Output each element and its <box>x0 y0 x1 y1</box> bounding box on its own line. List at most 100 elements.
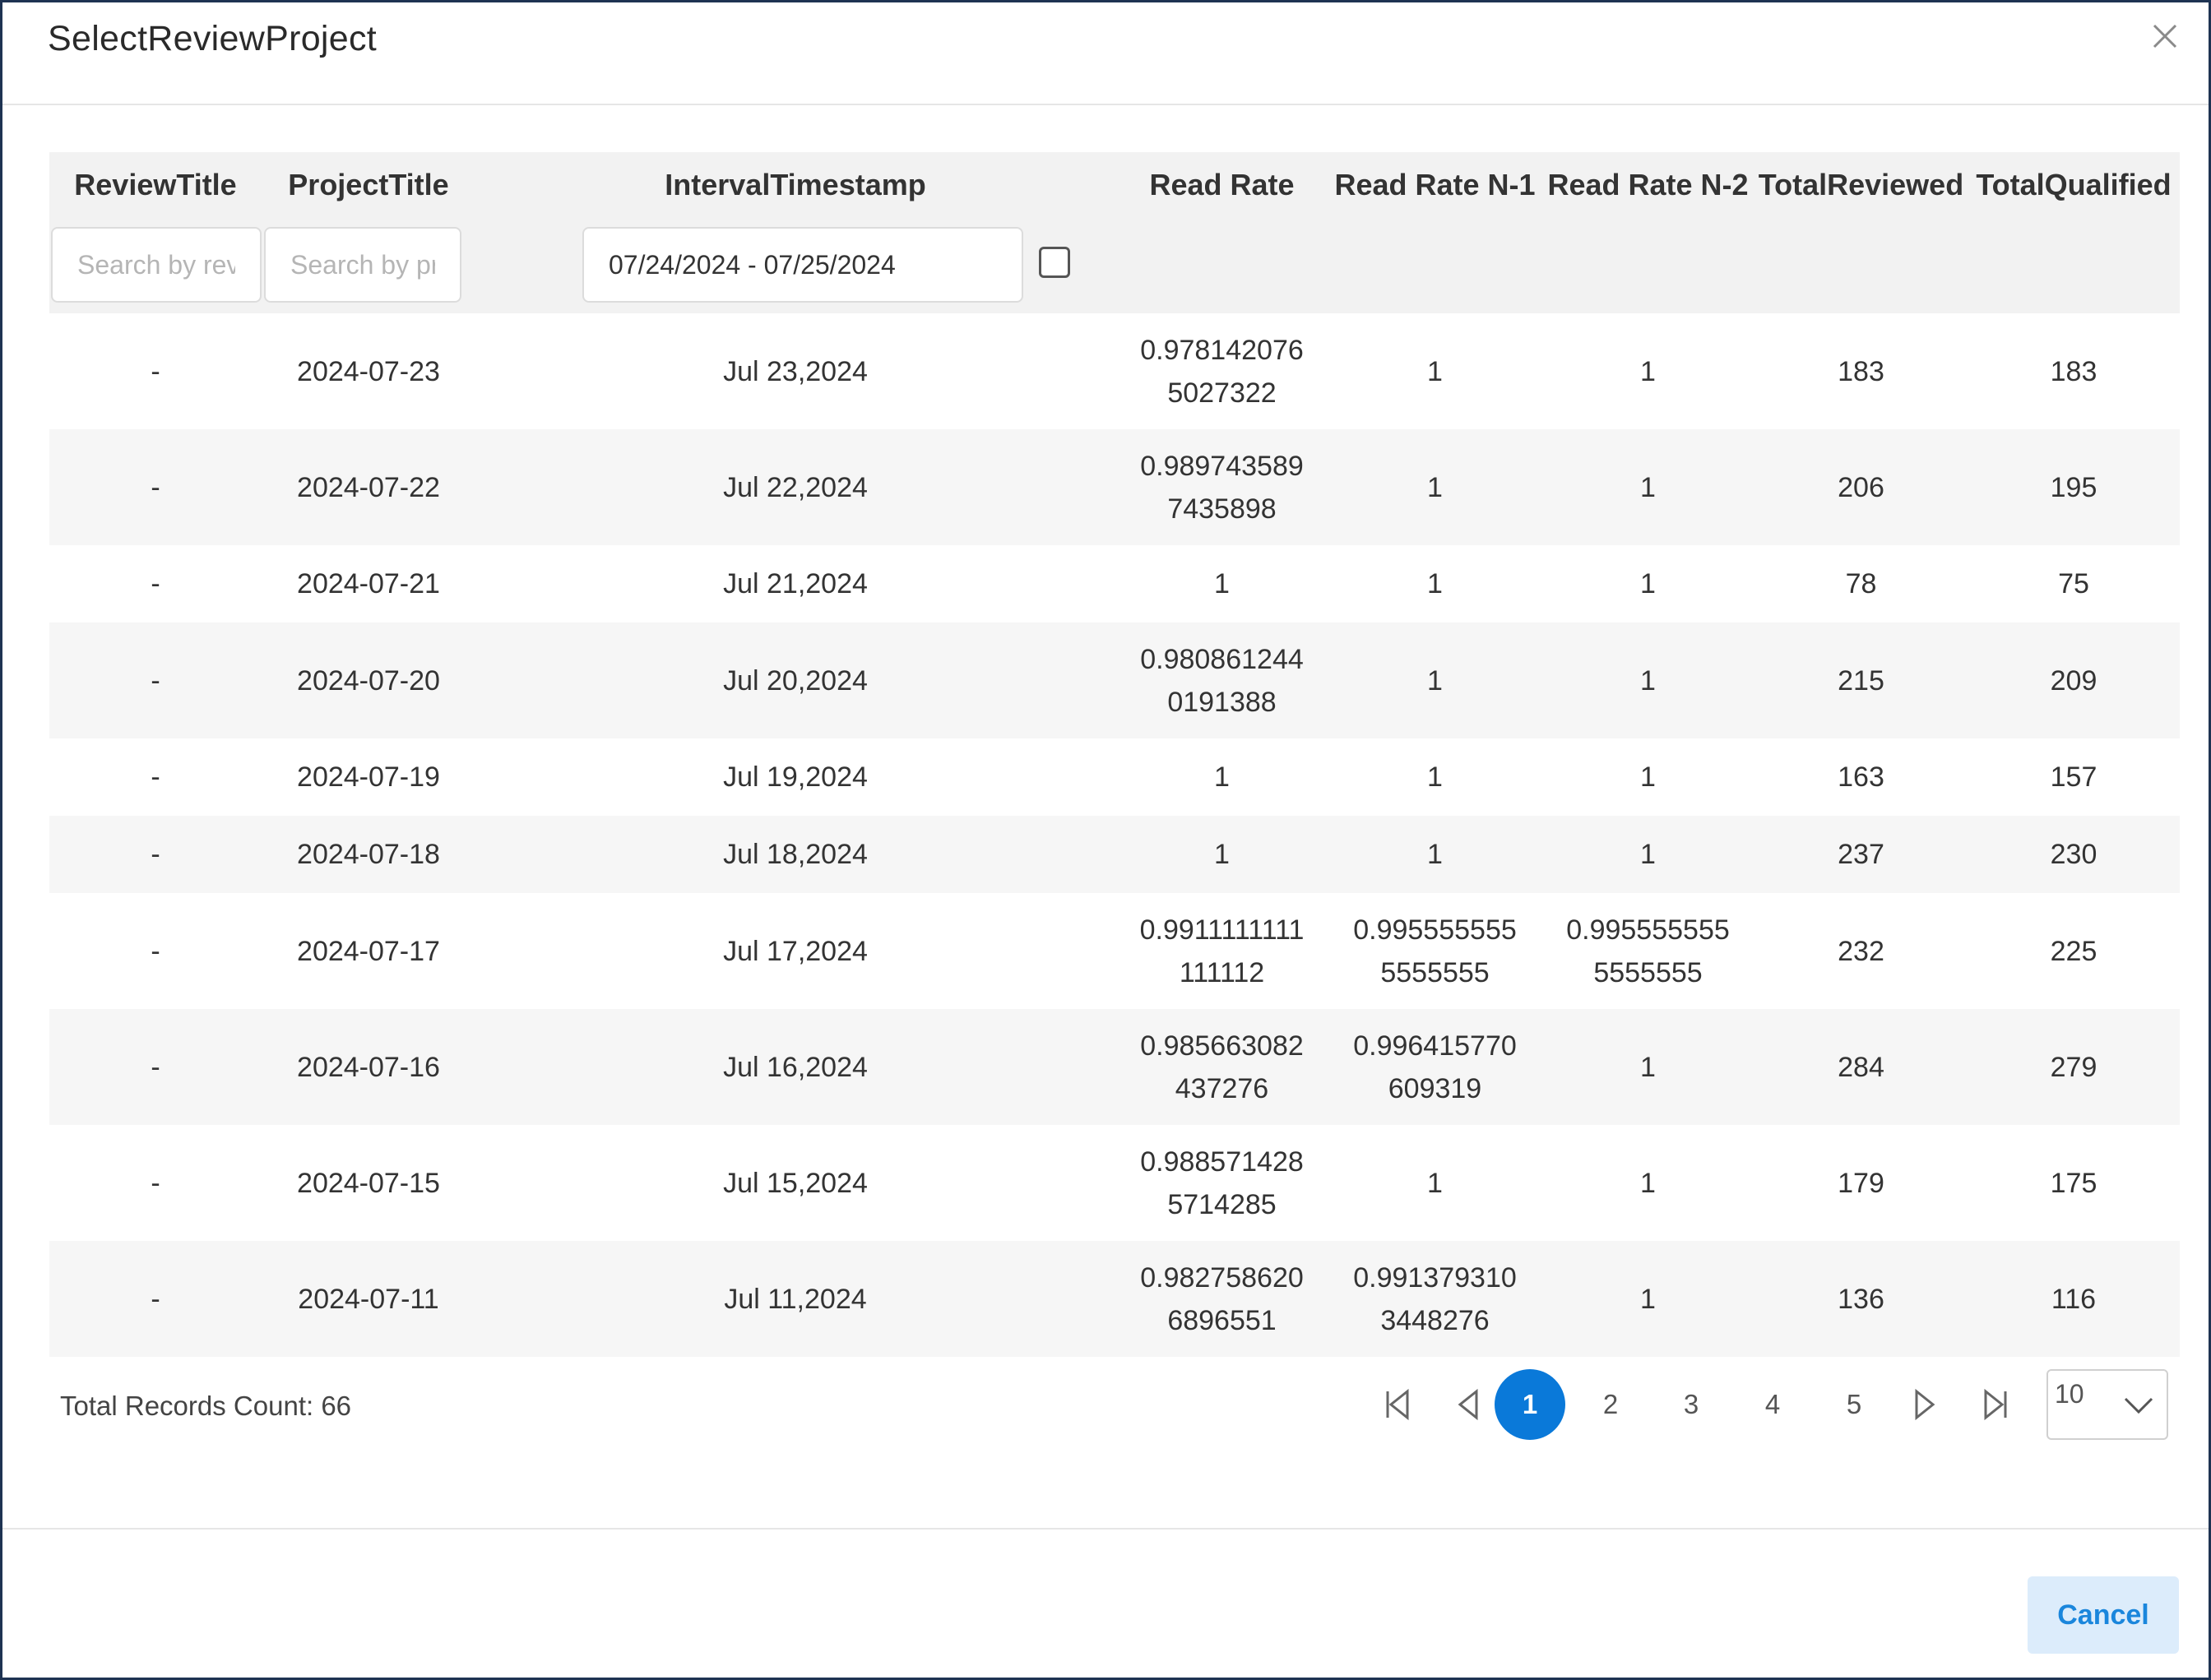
cell-value: 237 <box>1838 839 1884 870</box>
cell-read-rate-n1: 1 <box>1328 738 1541 816</box>
table-row[interactable]: - 2024-07-11 Jul 11,2024 0.9827586206896551… <box>49 1241 2180 1357</box>
table-row[interactable]: - 2024-07-17 Jul 17,2024 0.9911111111111112… <box>49 893 2180 1009</box>
cell-review-title: - <box>49 429 262 545</box>
cell-total-reviewed: 237 <box>1754 816 1968 893</box>
page-button-1[interactable]: 1 <box>1495 1369 1565 1440</box>
cell-total-reviewed: 232 <box>1754 893 1968 1009</box>
cell-total-qualified: 195 <box>1968 429 2180 545</box>
cell-value: 0.9897435897435898 <box>1140 450 1304 525</box>
cell-value: 1 <box>1427 664 1443 697</box>
cell-total-reviewed: 183 <box>1754 313 1968 429</box>
date-range-input[interactable] <box>582 227 1023 303</box>
cell-value: 1 <box>1640 664 1656 697</box>
cell-read-rate-n2: 0.9955555555555555 <box>1541 893 1754 1009</box>
grid-header: ReviewTitle ProjectTitle IntervalTimesta… <box>49 152 2180 313</box>
grid-footer: Total Records Count: 66 1 2 3 4 5 10 <box>49 1361 2180 1451</box>
cancel-button[interactable]: Cancel <box>2028 1576 2179 1654</box>
cell-total-reviewed: 163 <box>1754 738 1968 816</box>
table-row[interactable]: - 2024-07-16 Jul 16,2024 0.985663082437276 0… <box>49 1009 2180 1125</box>
cell-value: 225 <box>2050 935 2097 967</box>
cell-interval-timestamp: Jul 15,2024 <box>475 1125 1115 1241</box>
column-header-project-title[interactable]: ProjectTitle <box>262 152 475 218</box>
cell-project-title: 2024-07-19 <box>262 738 475 816</box>
cell-total-qualified: 209 <box>1968 622 2180 738</box>
cell-value: Jul 20,2024 <box>723 664 868 697</box>
cell-value: - <box>151 761 160 793</box>
table-row[interactable]: - 2024-07-23 Jul 23,2024 0.9781420765027322… <box>49 313 2180 429</box>
previous-page-icon[interactable] <box>1433 1369 1504 1440</box>
cell-value: 279 <box>2050 1051 2097 1083</box>
cell-value: 183 <box>2050 355 2097 387</box>
cell-value: 2024-07-18 <box>297 839 440 870</box>
cell-review-title: - <box>49 738 262 816</box>
close-icon[interactable] <box>2144 16 2186 57</box>
cell-interval-timestamp: Jul 18,2024 <box>475 816 1115 893</box>
cell-value: 0.9781420765027322 <box>1140 334 1304 409</box>
cell-value: 2024-07-21 <box>297 568 440 599</box>
dialog-title: SelectReviewProject <box>48 19 378 58</box>
cell-value: 0.9808612440191388 <box>1140 643 1304 718</box>
filter-checkbox[interactable] <box>1039 247 1070 278</box>
cell-value: 0.9955555555555555 <box>1353 914 1517 988</box>
column-header-read-rate[interactable]: Read Rate <box>1115 152 1328 218</box>
page-button-2[interactable]: 2 <box>1575 1369 1646 1440</box>
cell-project-title: 2024-07-21 <box>262 545 475 622</box>
cell-total-qualified: 75 <box>1968 545 2180 622</box>
table-row[interactable]: - 2024-07-18 Jul 18,2024 1 1 1 237 230 <box>49 816 2180 893</box>
cell-value: 215 <box>1838 664 1884 697</box>
cell-value: 2024-07-11 <box>298 1283 439 1315</box>
cell-value: - <box>151 1167 160 1199</box>
column-header-total-reviewed[interactable]: TotalReviewed <box>1754 152 1968 218</box>
cell-total-qualified: 225 <box>1968 893 2180 1009</box>
cell-value: 1 <box>1640 1051 1656 1083</box>
cell-value: 0.9913793103448276 <box>1353 1261 1517 1336</box>
cell-project-title: 2024-07-17 <box>262 893 475 1009</box>
cell-value: Jul 17,2024 <box>723 935 868 967</box>
cell-project-title: 2024-07-22 <box>262 429 475 545</box>
cell-total-reviewed: 136 <box>1754 1241 1968 1357</box>
cell-value: 183 <box>1838 355 1884 387</box>
page-button-3[interactable]: 3 <box>1656 1369 1727 1440</box>
table-row[interactable]: - 2024-07-21 Jul 21,2024 1 1 1 78 75 <box>49 545 2180 622</box>
table-row[interactable]: - 2024-07-20 Jul 20,2024 0.9808612440191388… <box>49 622 2180 738</box>
cell-value: 1 <box>1640 839 1656 870</box>
column-header-total-qualified[interactable]: TotalQualified <box>1968 152 2180 218</box>
cell-review-title: - <box>49 1125 262 1241</box>
cell-value: 2024-07-19 <box>297 761 440 793</box>
cell-read-rate-n2: 1 <box>1541 313 1754 429</box>
cell-value: 1 <box>1427 568 1443 599</box>
next-page-icon[interactable] <box>1889 1369 1960 1440</box>
column-header-read-rate-n2[interactable]: Read Rate N-2 <box>1541 152 1754 218</box>
page-button-4[interactable]: 4 <box>1737 1369 1808 1440</box>
cell-interval-timestamp: Jul 21,2024 <box>475 545 1115 622</box>
cell-value: 179 <box>1838 1167 1884 1199</box>
cell-read-rate: 1 <box>1115 816 1328 893</box>
cell-value: 0.9885714285714285 <box>1140 1145 1304 1220</box>
cell-interval-timestamp: Jul 19,2024 <box>475 738 1115 816</box>
cell-value: - <box>151 471 160 503</box>
cell-review-title: - <box>49 816 262 893</box>
review-title-search-input[interactable] <box>51 227 262 303</box>
grid-body: - 2024-07-23 Jul 23,2024 0.9781420765027322… <box>49 313 2180 1357</box>
cell-value: 209 <box>2050 664 2097 697</box>
last-page-icon[interactable] <box>1960 1369 2031 1440</box>
first-page-icon[interactable] <box>1362 1369 1433 1440</box>
page-size-select[interactable]: 10 <box>2046 1369 2168 1440</box>
cell-project-title: 2024-07-16 <box>262 1009 475 1125</box>
cell-value: 0.985663082437276 <box>1140 1030 1304 1104</box>
table-row[interactable]: - 2024-07-19 Jul 19,2024 1 1 1 163 157 <box>49 738 2180 816</box>
cell-read-rate: 0.9885714285714285 <box>1115 1125 1328 1241</box>
cell-value: - <box>151 839 160 870</box>
cell-review-title: - <box>49 622 262 738</box>
table-row[interactable]: - 2024-07-15 Jul 15,2024 0.9885714285714285… <box>49 1125 2180 1241</box>
cell-total-qualified: 183 <box>1968 313 2180 429</box>
column-header-review-title[interactable]: ReviewTitle <box>49 152 262 218</box>
project-title-search-input[interactable] <box>264 227 461 303</box>
cell-value: 1 <box>1640 471 1656 503</box>
cell-value: 1 <box>1640 761 1656 793</box>
table-row[interactable]: - 2024-07-22 Jul 22,2024 0.9897435897435898… <box>49 429 2180 545</box>
cell-read-rate-n2: 1 <box>1541 1009 1754 1125</box>
page-button-5[interactable]: 5 <box>1819 1369 1889 1440</box>
column-header-interval-timestamp[interactable]: IntervalTimestamp <box>475 152 1115 218</box>
column-header-read-rate-n1[interactable]: Read Rate N-1 <box>1328 152 1541 218</box>
